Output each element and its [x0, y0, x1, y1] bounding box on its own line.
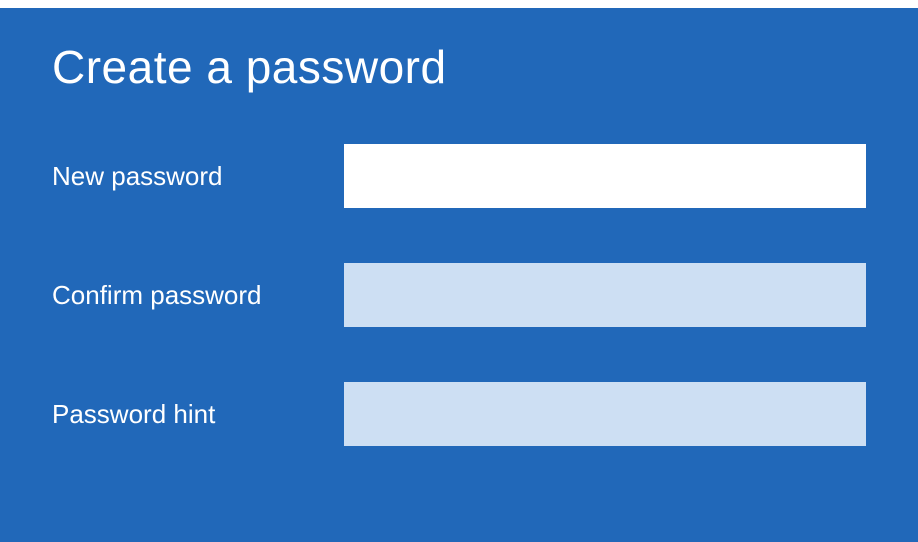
row-password-hint: Password hint [52, 382, 866, 446]
label-confirm-password: Confirm password [52, 280, 344, 311]
label-password-hint: Password hint [52, 399, 344, 430]
row-confirm-password: Confirm password [52, 263, 866, 327]
password-hint-input[interactable] [344, 382, 866, 446]
confirm-password-input[interactable] [344, 263, 866, 327]
create-password-dialog: Create a password New password Confirm p… [0, 0, 918, 446]
label-new-password: New password [52, 161, 344, 192]
background-peek [0, 0, 918, 8]
dialog-title: Create a password [52, 40, 866, 94]
row-new-password: New password [52, 144, 866, 208]
new-password-input[interactable] [344, 144, 866, 208]
